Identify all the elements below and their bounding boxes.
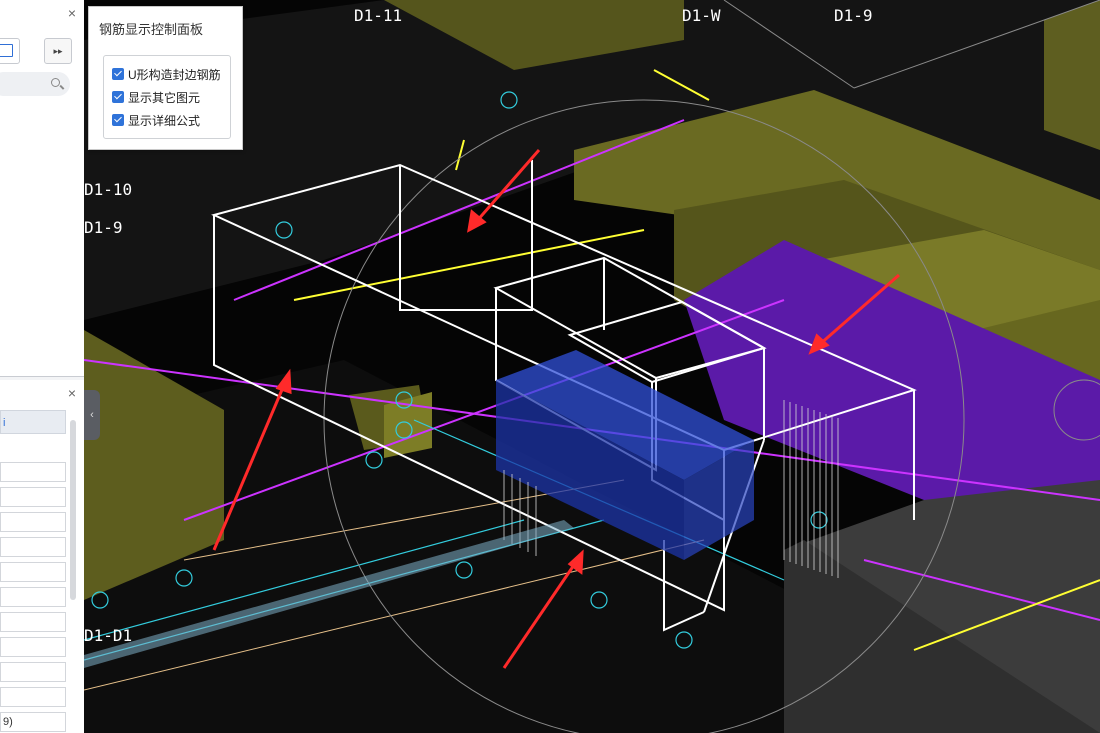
axis-label: D1-9 <box>834 6 873 25</box>
option-label: U形构造封边钢筋 <box>128 67 221 82</box>
property-row[interactable] <box>0 462 66 482</box>
navigation-panel: × ▸▸ <box>0 0 84 377</box>
search-input[interactable] <box>0 72 70 96</box>
property-row[interactable] <box>0 637 66 657</box>
checkbox-checked-icon[interactable] <box>112 68 124 80</box>
option-group: U形构造封边钢筋 显示其它图元 显示详细公式 <box>103 55 231 139</box>
option-show-other-elements[interactable]: 显示其它图元 <box>112 88 200 106</box>
property-row[interactable] <box>0 662 66 682</box>
axis-label: D1-10 <box>84 180 133 199</box>
option-label: 显示其它图元 <box>128 90 201 105</box>
property-row[interactable]: 9) <box>0 712 66 732</box>
property-row[interactable] <box>0 537 66 557</box>
window-icon <box>0 44 13 57</box>
property-row[interactable] <box>0 512 66 532</box>
search-icon <box>51 78 60 87</box>
property-row[interactable] <box>0 587 66 607</box>
view-tool-button[interactable] <box>0 38 20 64</box>
rebar-display-control-panel: 钢筋显示控制面板 U形构造封边钢筋 显示其它图元 显示详细公式 <box>88 6 243 150</box>
panel-title: 钢筋显示控制面板 <box>99 22 204 37</box>
panel-collapse-handle[interactable]: ‹ <box>84 390 100 440</box>
property-row[interactable] <box>0 487 66 507</box>
close-icon[interactable]: × <box>68 6 76 20</box>
property-row[interactable] <box>0 687 66 707</box>
close-icon[interactable]: × <box>68 386 76 400</box>
property-row[interactable] <box>0 612 66 632</box>
option-label: 显示详细公式 <box>128 113 201 128</box>
axis-label: D1-11 <box>354 6 403 25</box>
scrollbar[interactable] <box>70 420 76 600</box>
axis-label: D1-9 <box>84 218 123 237</box>
axis-label: D1-W <box>682 6 721 25</box>
expand-button[interactable]: ▸▸ <box>44 38 72 64</box>
axis-label: D1-D1 <box>84 626 133 645</box>
option-show-detailed-formula[interactable]: 显示详细公式 <box>112 111 200 129</box>
option-u-shaped-edge-rebar[interactable]: U形构造封边钢筋 <box>112 65 221 83</box>
property-row[interactable] <box>0 562 66 582</box>
concrete-block <box>1044 0 1100 150</box>
checkbox-checked-icon[interactable] <box>112 91 124 103</box>
checkbox-checked-icon[interactable] <box>112 114 124 126</box>
properties-tab[interactable]: i <box>0 410 66 434</box>
left-dock: × ▸▸ × i 9) <box>0 0 85 733</box>
